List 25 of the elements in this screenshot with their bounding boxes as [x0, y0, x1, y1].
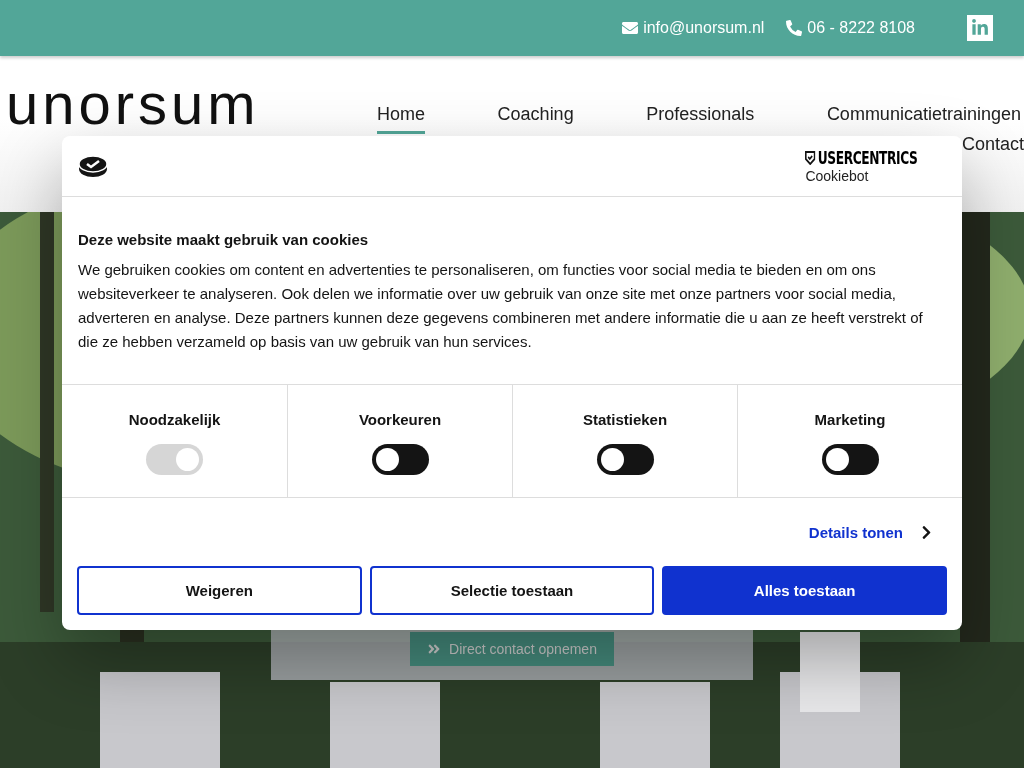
toggle-switch[interactable] — [371, 444, 429, 475]
cookie-check-icon — [78, 154, 108, 178]
shield-icon — [805, 151, 816, 165]
category-label: Noodzakelijk — [128, 411, 221, 428]
nav-link[interactable]: Contact — [961, 134, 1024, 164]
consent-button[interactable]: Alles toestaan — [662, 566, 947, 615]
category-label: Voorkeuren — [358, 411, 442, 428]
brand-name: USERCENTRICS — [805, 148, 918, 168]
nav-link[interactable]: Coaching — [497, 104, 574, 134]
details-link[interactable]: Details tonen — [808, 523, 934, 541]
nav-link[interactable]: Professionals — [646, 104, 755, 134]
toggle-switch[interactable] — [596, 444, 654, 475]
dialog-text: We gebruiken cookies om content en advertenties te personaliseren, om functies voor social media te bieden en om ons websiteverkeer te analyseren. Ook delen we informatie over uw gebruik van onze site met onze partners voor social media, adverteren en analyse. Deze partners kunnen deze gegevens combineren met andere informatie die u aan ze heeft verstrekt of die ze hebben verzameld op basis van uw gebruik van hun services. — [78, 260, 924, 352]
double-chevron-icon — [427, 642, 442, 656]
nav-link[interactable]: Communicatietrainingen — [826, 104, 1021, 134]
category-label: Marketing — [814, 411, 886, 428]
envelope-icon — [622, 20, 639, 36]
linkedin-button[interactable] — [967, 15, 993, 41]
toggle-switch[interactable] — [821, 444, 879, 475]
dialog-title: Deze website maakt gebruik van cookies — [78, 231, 370, 248]
consent-button[interactable]: Weigeren — [77, 566, 362, 615]
category-label: Statistieken — [582, 411, 668, 428]
consent-button[interactable]: Selectie toestaan — [369, 566, 655, 615]
phone-icon — [786, 20, 803, 36]
brand-subtitle: Cookiebot — [805, 168, 870, 184]
